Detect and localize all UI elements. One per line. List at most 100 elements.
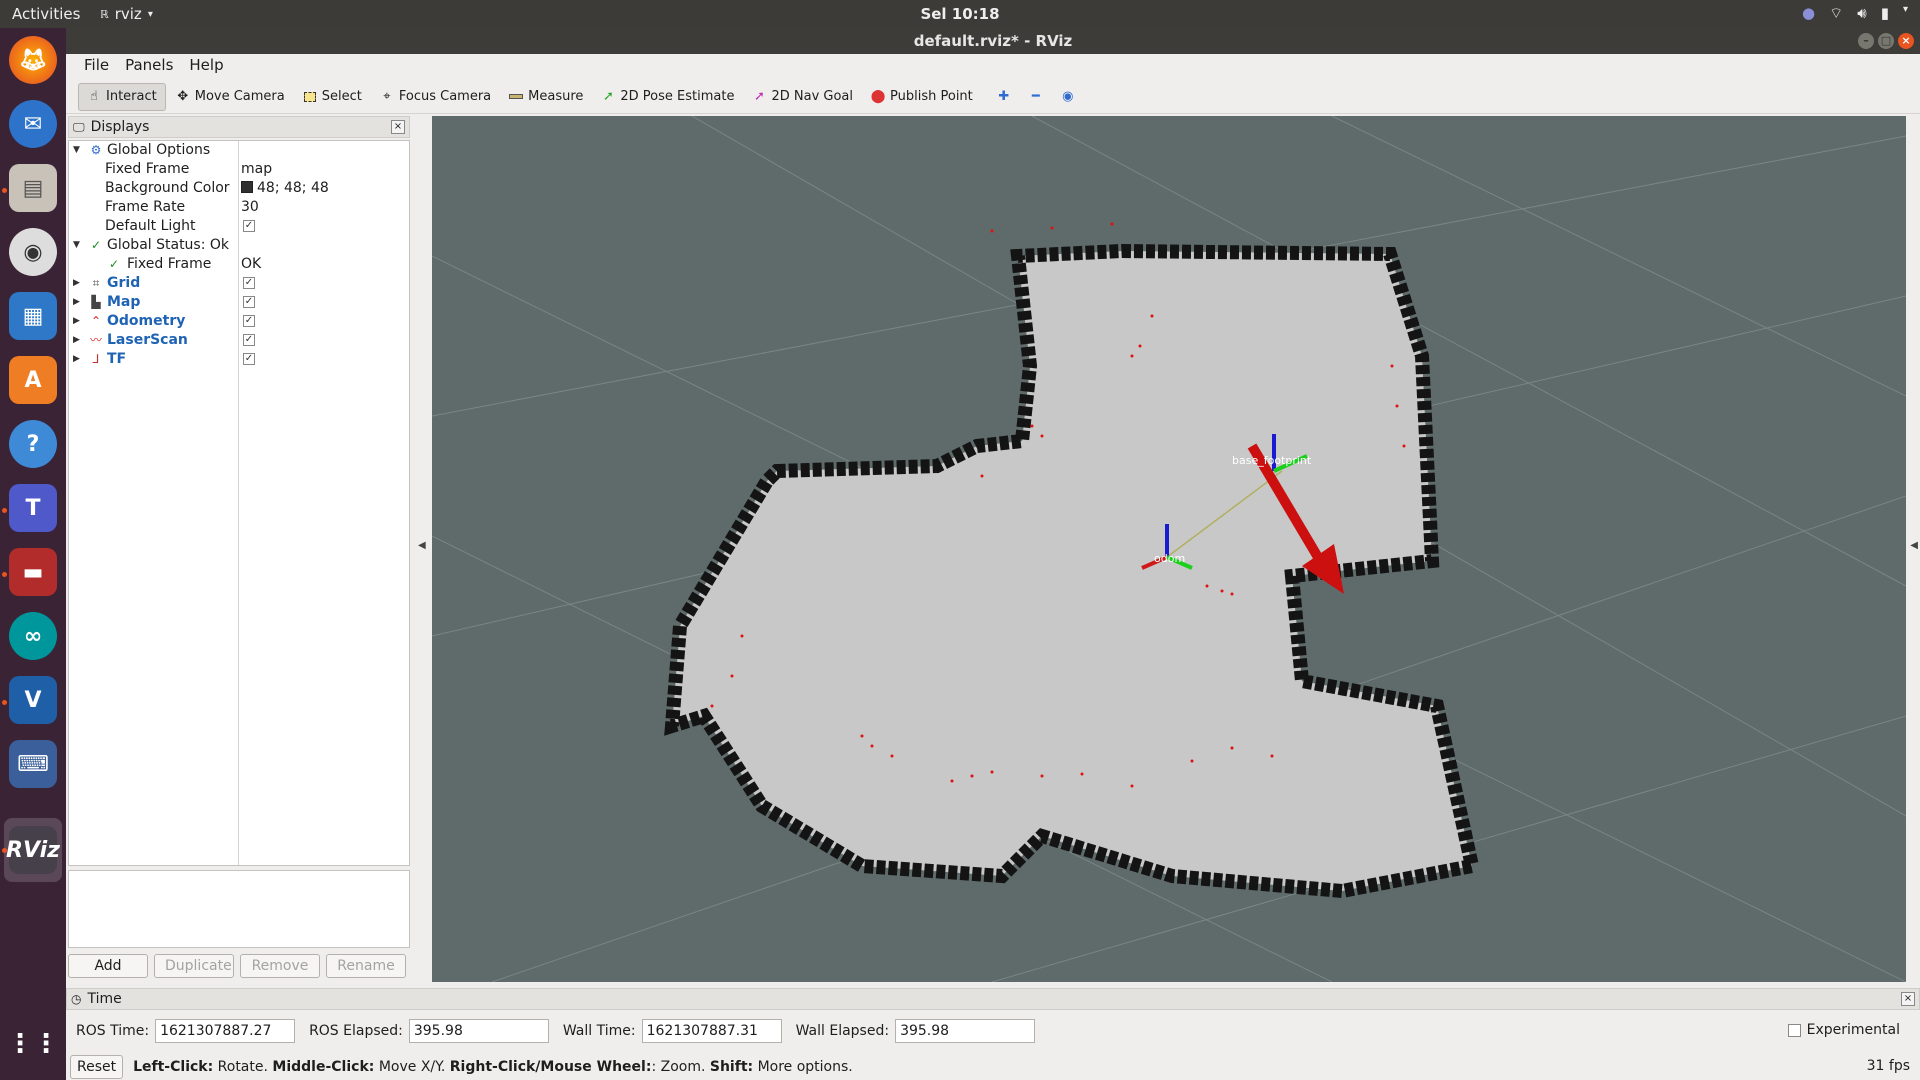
select-tool[interactable]: Select xyxy=(295,83,370,111)
ros-elapsed-field[interactable]: 395.98 xyxy=(408,1019,549,1043)
tree-row-laserscan[interactable]: ▶ 〰 LaserScan ✓ xyxy=(69,331,409,350)
rename-display-button[interactable]: Rename xyxy=(326,954,406,978)
remove-tool-button[interactable]: ━ xyxy=(1021,83,1051,111)
tool-properties-button[interactable]: ◉ xyxy=(1053,83,1083,111)
rhythmbox-icon[interactable]: ◉ xyxy=(9,228,57,276)
ros-time-field[interactable]: 1621307887.27 xyxy=(155,1019,296,1043)
displays-button-row: Add Duplicate Remove Rename xyxy=(68,954,406,978)
frame-rate-label: Frame Rate xyxy=(105,199,186,215)
close-panel-button[interactable]: × xyxy=(391,120,405,134)
battery-icon[interactable]: ▮ xyxy=(1881,4,1889,23)
background-color-label: Background Color xyxy=(105,180,230,196)
measure-tool[interactable]: Measure xyxy=(501,83,591,111)
hint-left-key: Left-Click: xyxy=(133,1059,214,1075)
default-light-checkbox[interactable]: ✓ xyxy=(243,220,255,232)
remove-display-button[interactable]: Remove xyxy=(240,954,320,978)
show-apps-icon[interactable]: ⋮⋮ xyxy=(7,1020,59,1068)
scene-canvas: odom base_footprint xyxy=(432,116,1906,982)
hand-pointer-icon: ☝ xyxy=(90,89,98,104)
app-menu[interactable]: ℝ rviz ▾ xyxy=(100,5,153,23)
render-view[interactable]: odom base_footprint xyxy=(432,116,1906,982)
window-title: default.rviz* - RViz xyxy=(913,32,1073,50)
tree-row-status-fixed-frame[interactable]: ✓ Fixed Frame OK xyxy=(69,255,409,274)
system-tray[interactable]: ● ⌔ 🔊︎ ▮ ▾ xyxy=(1802,4,1908,23)
software-icon[interactable]: A xyxy=(9,356,57,404)
tree-row-grid[interactable]: ▶ ⌗ Grid ✓ xyxy=(69,274,409,293)
teams-icon[interactable]: T xyxy=(9,484,57,532)
fps-counter: 31 fps xyxy=(1866,1058,1910,1074)
add-tool-button[interactable]: ✚ xyxy=(989,83,1019,111)
remote-desktop-icon[interactable]: ⌨ xyxy=(9,740,57,788)
background-color-value[interactable]: 48; 48; 48 xyxy=(241,179,329,198)
tree-row-global-status[interactable]: ▼ ✓ Global Status: Ok xyxy=(69,236,409,255)
expand-arrow-icon[interactable]: ▶ xyxy=(73,293,83,312)
experimental-toggle[interactable]: Experimental xyxy=(1787,1022,1900,1038)
arduino-icon[interactable]: ∞ xyxy=(9,612,57,660)
expand-arrow-icon[interactable]: ▶ xyxy=(73,331,83,350)
tree-row-frame-rate[interactable]: Frame Rate 30 xyxy=(69,198,409,217)
expand-arrow-icon[interactable]: ▼ xyxy=(73,236,83,255)
fixed-frame-value[interactable]: map xyxy=(241,160,272,179)
tree-row-map[interactable]: ▶ ▙ Map ✓ xyxy=(69,293,409,312)
collapse-left-panel-icon[interactable]: ◀ xyxy=(418,540,426,551)
help-icon[interactable]: ? xyxy=(9,420,57,468)
tree-row-background-color[interactable]: Background Color 48; 48; 48 xyxy=(69,179,409,198)
clock[interactable]: Sel 10:18 xyxy=(0,5,1920,23)
grid-icon: ⌗ xyxy=(92,276,100,290)
vnc-icon[interactable]: V xyxy=(9,676,57,724)
tree-row-fixed-frame[interactable]: Fixed Frame map xyxy=(69,160,409,179)
firefox-icon[interactable]: 🦊︎ xyxy=(9,36,57,84)
nav-goal-tool[interactable]: ➚ 2D Nav Goal xyxy=(744,83,861,111)
expand-arrow-icon[interactable]: ▼ xyxy=(73,141,83,160)
terminal-tool-icon[interactable]: ▬ xyxy=(9,548,57,596)
focus-camera-tool[interactable]: ⌖ Focus Camera xyxy=(372,83,499,111)
grid-enabled-checkbox[interactable]: ✓ xyxy=(243,277,255,289)
wall-elapsed-field[interactable]: 395.98 xyxy=(895,1019,1036,1043)
background-color-text: 48; 48; 48 xyxy=(257,180,329,196)
menu-file[interactable]: File xyxy=(76,54,117,78)
interact-tool[interactable]: ☝ Interact xyxy=(78,82,166,111)
maximize-button[interactable]: □ xyxy=(1878,33,1894,49)
reset-button[interactable]: Reset xyxy=(70,1055,124,1079)
collapse-right-panel-icon[interactable]: ◀ xyxy=(1910,540,1918,551)
rviz-icon[interactable]: RViz xyxy=(6,826,60,874)
close-button[interactable]: × xyxy=(1898,33,1914,49)
minimize-button[interactable]: – xyxy=(1858,33,1874,49)
close-panel-button[interactable]: × xyxy=(1901,992,1915,1006)
wall-time-field[interactable]: 1621307887.31 xyxy=(641,1019,782,1043)
writer-icon[interactable]: ▦ xyxy=(9,292,57,340)
thunderbird-icon[interactable]: ✉ xyxy=(9,100,57,148)
laserscan-enabled-checkbox[interactable]: ✓ xyxy=(243,334,255,346)
expand-arrow-icon[interactable]: ▶ xyxy=(73,274,83,293)
move-camera-label: Move Camera xyxy=(194,89,285,104)
status-bar: Reset Left-Click: Rotate. Middle-Click: … xyxy=(66,1054,1920,1080)
tree-row-default-light[interactable]: Default Light ✓ xyxy=(69,217,409,236)
move-camera-tool[interactable]: ✥ Move Camera xyxy=(168,83,293,111)
activities-button[interactable]: Activities xyxy=(12,5,80,23)
frame-rate-value[interactable]: 30 xyxy=(241,198,259,217)
pose-estimate-tool[interactable]: ➚ 2D Pose Estimate xyxy=(593,83,742,111)
volume-icon[interactable]: 🔊︎ xyxy=(1857,4,1866,23)
pose-estimate-label: 2D Pose Estimate xyxy=(620,89,735,104)
tree-row-tf[interactable]: ▶ ⅃ TF ✓ xyxy=(69,350,409,369)
tree-row-global-options[interactable]: ▼ ⚙ Global Options xyxy=(69,141,409,160)
nav-goal-label: 2D Nav Goal xyxy=(771,89,854,104)
experimental-checkbox[interactable] xyxy=(1787,1023,1801,1037)
wifi-icon[interactable]: ⌔ xyxy=(1829,4,1843,23)
chevron-down-icon[interactable]: ▾ xyxy=(1903,4,1908,23)
add-display-button[interactable]: Add xyxy=(68,954,148,978)
odometry-enabled-checkbox[interactable]: ✓ xyxy=(243,315,255,327)
teams-tray-icon[interactable]: ● xyxy=(1802,4,1815,23)
publish-point-tool[interactable]: ⬤ Publish Point xyxy=(863,83,981,111)
duplicate-display-button[interactable]: Duplicate xyxy=(154,954,234,978)
expand-arrow-icon[interactable]: ▶ xyxy=(73,350,83,369)
menu-help[interactable]: Help xyxy=(181,54,231,78)
menu-panels[interactable]: Panels xyxy=(117,54,181,78)
map-enabled-checkbox[interactable]: ✓ xyxy=(243,296,255,308)
files-icon[interactable]: ▤ xyxy=(9,164,57,212)
green-arrow-icon: ➚ xyxy=(602,89,614,104)
tf-enabled-checkbox[interactable]: ✓ xyxy=(243,353,255,365)
expand-arrow-icon[interactable]: ▶ xyxy=(73,312,83,331)
magenta-arrow-icon: ➚ xyxy=(754,89,765,104)
tree-row-odometry[interactable]: ▶ ⌃ Odometry ✓ xyxy=(69,312,409,331)
